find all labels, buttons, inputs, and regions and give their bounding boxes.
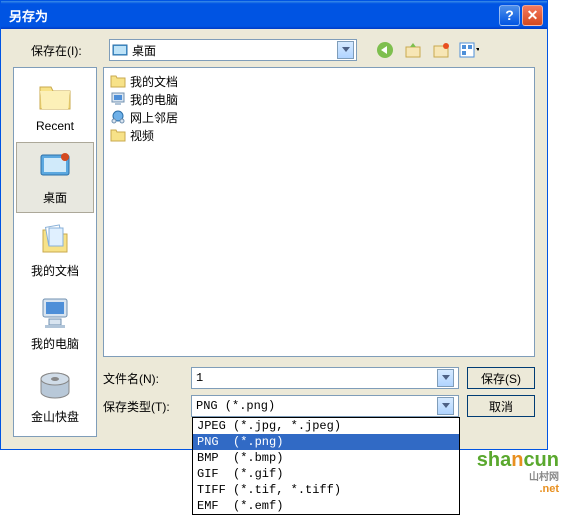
watermark-net: .net [477,483,559,495]
filename-dropdown-arrow[interactable] [437,369,454,387]
save-in-label: 保存在(I): [31,42,101,59]
dialog-body: 保存在(I): 桌面 [1,29,547,449]
desktop-icon [37,149,73,185]
save-button[interactable]: 保存(S) [467,367,535,389]
location-combo[interactable]: 桌面 [109,39,357,61]
help-icon: ? [505,7,514,23]
main-area: Recent 桌面 我的文档 我的电脑 金山快盘 [13,67,535,437]
back-button[interactable] [375,40,395,60]
filename-value: 1 [196,371,437,385]
chevron-down-icon [342,47,350,53]
place-label: 我的电脑 [31,335,79,352]
view-menu-button[interactable] [459,40,479,60]
location-text: 桌面 [132,42,337,59]
new-folder-icon [432,41,450,59]
list-item[interactable]: 我的文档 [108,72,530,90]
place-label: 金山快盘 [31,408,79,425]
file-label: 我的文档 [130,73,178,90]
file-label: 视频 [130,127,154,144]
titlebar-buttons: ? ✕ [499,5,543,26]
file-list[interactable]: 我的文档 我的电脑 网上邻居 视频 [103,67,535,357]
titlebar[interactable]: 另存为 ? ✕ [1,1,547,29]
file-label: 我的电脑 [130,91,178,108]
cancel-button[interactable]: 取消 [467,395,535,417]
right-panel: 我的文档 我的电脑 网上邻居 视频 [103,67,535,437]
save-as-dialog: 另存为 ? ✕ 保存在(I): 桌面 [0,0,548,450]
filename-row: 文件名(N): 1 保存(S) [103,367,535,389]
places-netdisk[interactable]: 金山快盘 [16,361,94,432]
places-mycomputer[interactable]: 我的电脑 [16,288,94,359]
list-item[interactable]: 网上邻居 [108,108,530,126]
places-recent[interactable]: Recent [16,72,94,140]
dropdown-option[interactable]: TIFF (*.tif, *.tiff) [193,482,459,498]
documents-icon [37,222,73,258]
filetype-dropdown-arrow[interactable] [437,397,454,415]
disk-icon [37,368,73,404]
place-label: 我的文档 [31,262,79,279]
up-folder-icon [404,41,422,59]
dropdown-option[interactable]: EMF (*.emf) [193,498,459,514]
filetype-combo[interactable]: PNG (*.png) JPEG (*.jpg, *.jpeg) PNG (*.… [191,395,459,417]
filetype-row: 保存类型(T): PNG (*.png) JPEG (*.jpg, *.jpeg… [103,395,535,417]
filename-label: 文件名(N): [103,370,183,387]
folder-icon [110,128,126,142]
place-label: 桌面 [43,189,67,206]
dropdown-option[interactable]: JPEG (*.jpg, *.jpeg) [193,418,459,434]
place-label: Recent [36,119,74,133]
up-button[interactable] [403,40,423,60]
filetype-value: PNG (*.png) [196,399,437,413]
network-icon [110,110,126,124]
computer-icon [37,295,73,331]
places-bar: Recent 桌面 我的文档 我的电脑 金山快盘 [13,67,97,437]
computer-icon [110,92,126,106]
back-arrow-icon [376,41,394,59]
nav-toolbar [375,40,479,60]
help-button[interactable]: ? [499,5,520,26]
watermark: shancun 山村网 .net [477,449,559,495]
close-button[interactable]: ✕ [522,5,543,26]
location-row: 保存在(I): 桌面 [13,39,535,61]
view-icon [459,41,479,59]
dropdown-option[interactable]: PNG (*.png) [193,434,459,450]
folder-icon [37,79,73,115]
bottom-fields: 文件名(N): 1 保存(S) 保存类型(T): PNG (*.png) [103,367,535,423]
dropdown-option[interactable]: BMP (*.bmp) [193,450,459,466]
list-item[interactable]: 我的电脑 [108,90,530,108]
list-item[interactable]: 视频 [108,126,530,144]
places-mydocs[interactable]: 我的文档 [16,215,94,286]
filetype-label: 保存类型(T): [103,398,183,415]
location-dropdown-arrow[interactable] [337,41,354,59]
window-title: 另存为 [5,6,499,25]
file-label: 网上邻居 [130,109,178,126]
chevron-down-icon [442,375,450,381]
dropdown-option[interactable]: GIF (*.gif) [193,466,459,482]
desktop-icon [112,42,128,58]
new-folder-button[interactable] [431,40,451,60]
places-desktop[interactable]: 桌面 [16,142,94,213]
chevron-down-icon [442,403,450,409]
close-icon: ✕ [527,7,539,24]
filename-input[interactable]: 1 [191,367,459,389]
folder-icon [110,74,126,88]
filetype-dropdown-list: JPEG (*.jpg, *.jpeg) PNG (*.png) BMP (*.… [192,417,460,515]
